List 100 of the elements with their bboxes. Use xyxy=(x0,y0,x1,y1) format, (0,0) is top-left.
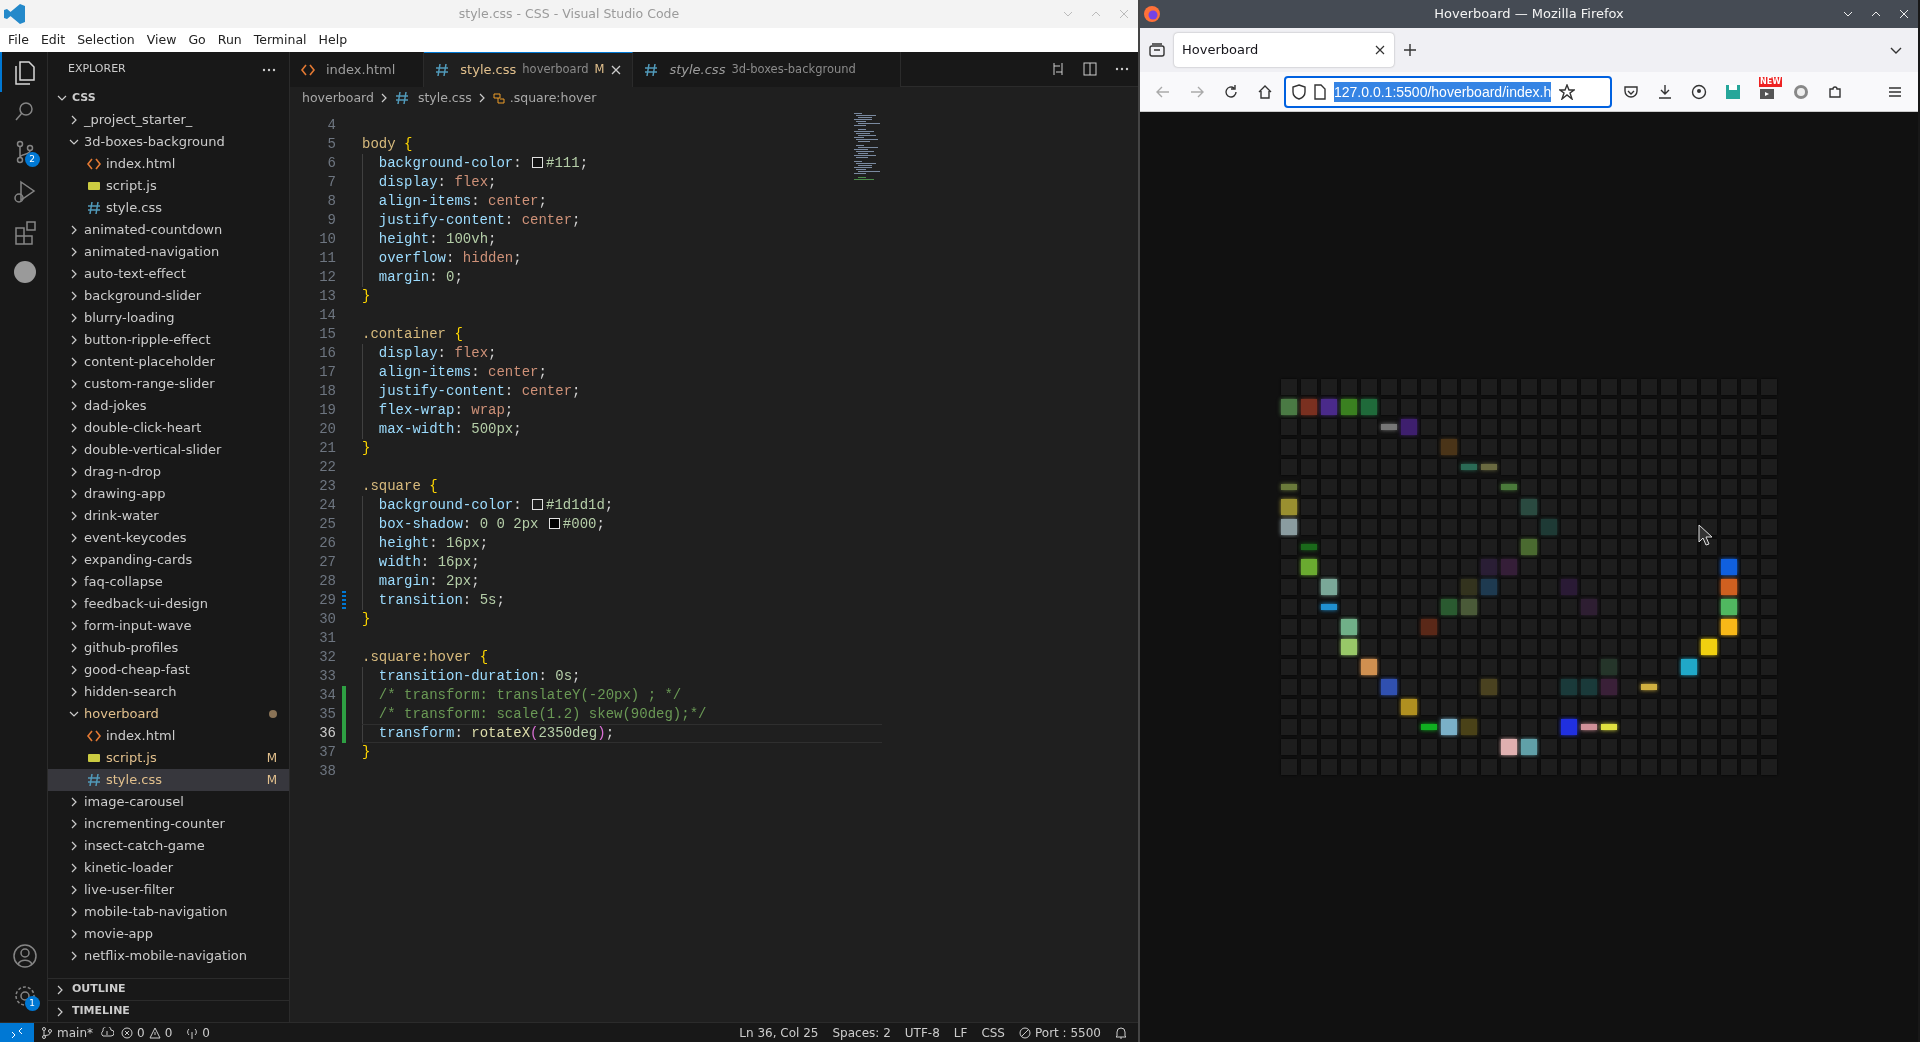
folder-row[interactable]: CSS xyxy=(48,87,289,109)
breadcrumb-item[interactable]: hoverboard xyxy=(302,88,374,108)
line-number: 26 xyxy=(318,534,336,553)
folder-row[interactable]: custom-range-slider xyxy=(48,373,289,395)
folder-row[interactable]: faq-collapse xyxy=(48,571,289,593)
file-name: auto-text-effect xyxy=(84,265,186,284)
browser-tab[interactable]: Hoverboard xyxy=(1174,33,1394,67)
folder-row[interactable]: good-cheap-fast xyxy=(48,659,289,681)
css-file-icon xyxy=(393,90,410,106)
video-extension-button[interactable]: NEW xyxy=(1752,76,1782,107)
folder-row[interactable]: animated-countdown xyxy=(48,219,289,241)
breadcrumb-item[interactable]: style.css xyxy=(417,88,472,108)
count-badge: 1 xyxy=(24,996,40,1011)
new-tab-icon[interactable] xyxy=(1402,42,1418,58)
editor-tab[interactable]: style.css 3d-boxes-background xyxy=(633,52,901,87)
menu-item[interactable]: View xyxy=(140,30,183,50)
status-item[interactable]: Port : 5500 xyxy=(1012,1023,1108,1042)
branch-button[interactable]: 2 xyxy=(0,132,48,172)
close-icon[interactable] xyxy=(1374,44,1386,56)
folder-row[interactable]: dad-jokes xyxy=(48,395,289,417)
folder-row[interactable]: form-input-wave xyxy=(48,615,289,637)
folder-row[interactable]: netflix-mobile-navigation xyxy=(48,945,289,967)
menu-item[interactable]: Edit xyxy=(34,30,72,50)
menu-item[interactable]: Selection xyxy=(71,30,141,50)
file-name: drink-water xyxy=(84,507,159,526)
folder-row[interactable]: live-user-filter xyxy=(48,879,289,901)
tab-description: hoverboard xyxy=(522,61,589,79)
split-editor-icon[interactable] xyxy=(1082,61,1098,77)
gear-button[interactable]: 1 xyxy=(0,976,48,1016)
line-number: 22 xyxy=(318,458,336,477)
branch-button[interactable]: main* xyxy=(34,1023,100,1042)
status-item[interactable]: CSS xyxy=(974,1023,1012,1042)
sync-icon[interactable] xyxy=(100,1026,114,1039)
folder-row[interactable]: auto-text-effect xyxy=(48,263,289,285)
line-number: 35 xyxy=(318,705,336,724)
folder-row[interactable]: background-slider xyxy=(48,285,289,307)
menu-item[interactable]: Terminal xyxy=(247,30,313,50)
folder-row[interactable]: blurry-loading xyxy=(48,307,289,329)
folder-row[interactable]: insect-catch-game xyxy=(48,835,289,857)
file-row[interactable]: style.css xyxy=(48,197,289,219)
color-swatch[interactable] xyxy=(532,499,544,510)
folder-row[interactable]: event-keycodes xyxy=(48,527,289,549)
folder-row[interactable]: drink-water xyxy=(48,505,289,527)
folder-row[interactable]: drawing-app xyxy=(48,483,289,505)
line-number: 34 xyxy=(318,686,336,705)
pocket-icon xyxy=(1623,83,1639,100)
remote-button[interactable] xyxy=(0,1022,34,1042)
breadcrumb-item[interactable]: .square:hover xyxy=(509,88,597,108)
file-name: hidden-search xyxy=(84,683,177,702)
folder-row[interactable]: github-profiles xyxy=(48,637,289,659)
folder-row[interactable]: incrementing-counter xyxy=(48,813,289,835)
folder-row[interactable]: mobile-tab-navigation xyxy=(48,901,289,923)
folder-row[interactable]: hoverboard xyxy=(48,703,289,725)
folder-row[interactable]: expanding-cards xyxy=(48,549,289,571)
status-item[interactable]: UTF-8 xyxy=(897,1023,947,1042)
line-number: 16 xyxy=(318,344,336,363)
file-name: custom-range-slider xyxy=(84,375,215,394)
folder-row[interactable]: 3d-boxes-background xyxy=(48,131,289,153)
menu-item[interactable]: Run xyxy=(211,30,248,50)
folder-row[interactable]: animated-navigation xyxy=(48,241,289,263)
problems-button[interactable]: 0 0 xyxy=(114,1023,180,1042)
page-icon xyxy=(1314,83,1326,100)
menu-item[interactable]: Help xyxy=(312,30,354,50)
bell-icon[interactable] xyxy=(1114,1025,1128,1040)
pointer-cursor-icon xyxy=(1698,524,1712,546)
status-item[interactable]: Ln 36, Col 25 xyxy=(732,1023,826,1042)
editor-tab[interactable]: index.html xyxy=(290,52,425,87)
status-item[interactable]: Spaces: 2 xyxy=(825,1023,898,1042)
status-item[interactable]: LF xyxy=(946,1023,975,1042)
git-status: M xyxy=(266,772,277,789)
compare-icon[interactable] xyxy=(1050,61,1066,77)
folder-row[interactable]: button-ripple-effect xyxy=(48,329,289,351)
color-swatch[interactable] xyxy=(532,157,544,168)
folder-row[interactable]: movie-app xyxy=(48,923,289,945)
section-header[interactable]: OUTLINE xyxy=(48,978,289,1000)
file-row[interactable]: script.js xyxy=(48,175,289,197)
file-row[interactable]: style.css M xyxy=(48,769,289,791)
tab-overview-icon[interactable] xyxy=(1148,41,1166,59)
star-icon[interactable] xyxy=(1559,83,1576,100)
file-row[interactable]: index.html xyxy=(48,725,289,747)
color-swatch[interactable] xyxy=(548,518,560,529)
folder-row[interactable]: double-vertical-slider xyxy=(48,439,289,461)
file-row[interactable]: script.js M xyxy=(48,747,289,769)
folder-row[interactable]: kinetic-loader xyxy=(48,857,289,879)
menu-item[interactable]: File xyxy=(2,30,35,50)
ports-button[interactable]: 0 xyxy=(179,1023,217,1042)
file-row[interactable]: index.html xyxy=(48,153,289,175)
menu-item[interactable]: Go xyxy=(182,30,212,50)
editor-tab[interactable]: style.css hoverboard M xyxy=(424,52,634,87)
file-name: style.css xyxy=(106,771,162,790)
folder-row[interactable]: image-carousel xyxy=(48,791,289,813)
folder-row[interactable]: hidden-search xyxy=(48,681,289,703)
folder-row[interactable]: content-placeholder xyxy=(48,351,289,373)
folder-row[interactable]: feedback-ui-design xyxy=(48,593,289,615)
line-number: 37 xyxy=(318,743,336,762)
folder-row[interactable]: _project_starter_ xyxy=(48,109,289,131)
folder-row[interactable]: drag-n-drop xyxy=(48,461,289,483)
antenna-icon xyxy=(186,1026,199,1039)
folder-row[interactable]: double-click-heart xyxy=(48,417,289,439)
address-bar[interactable]: 127.0.0.1:5500/hoverboard/index.h xyxy=(1284,75,1612,108)
